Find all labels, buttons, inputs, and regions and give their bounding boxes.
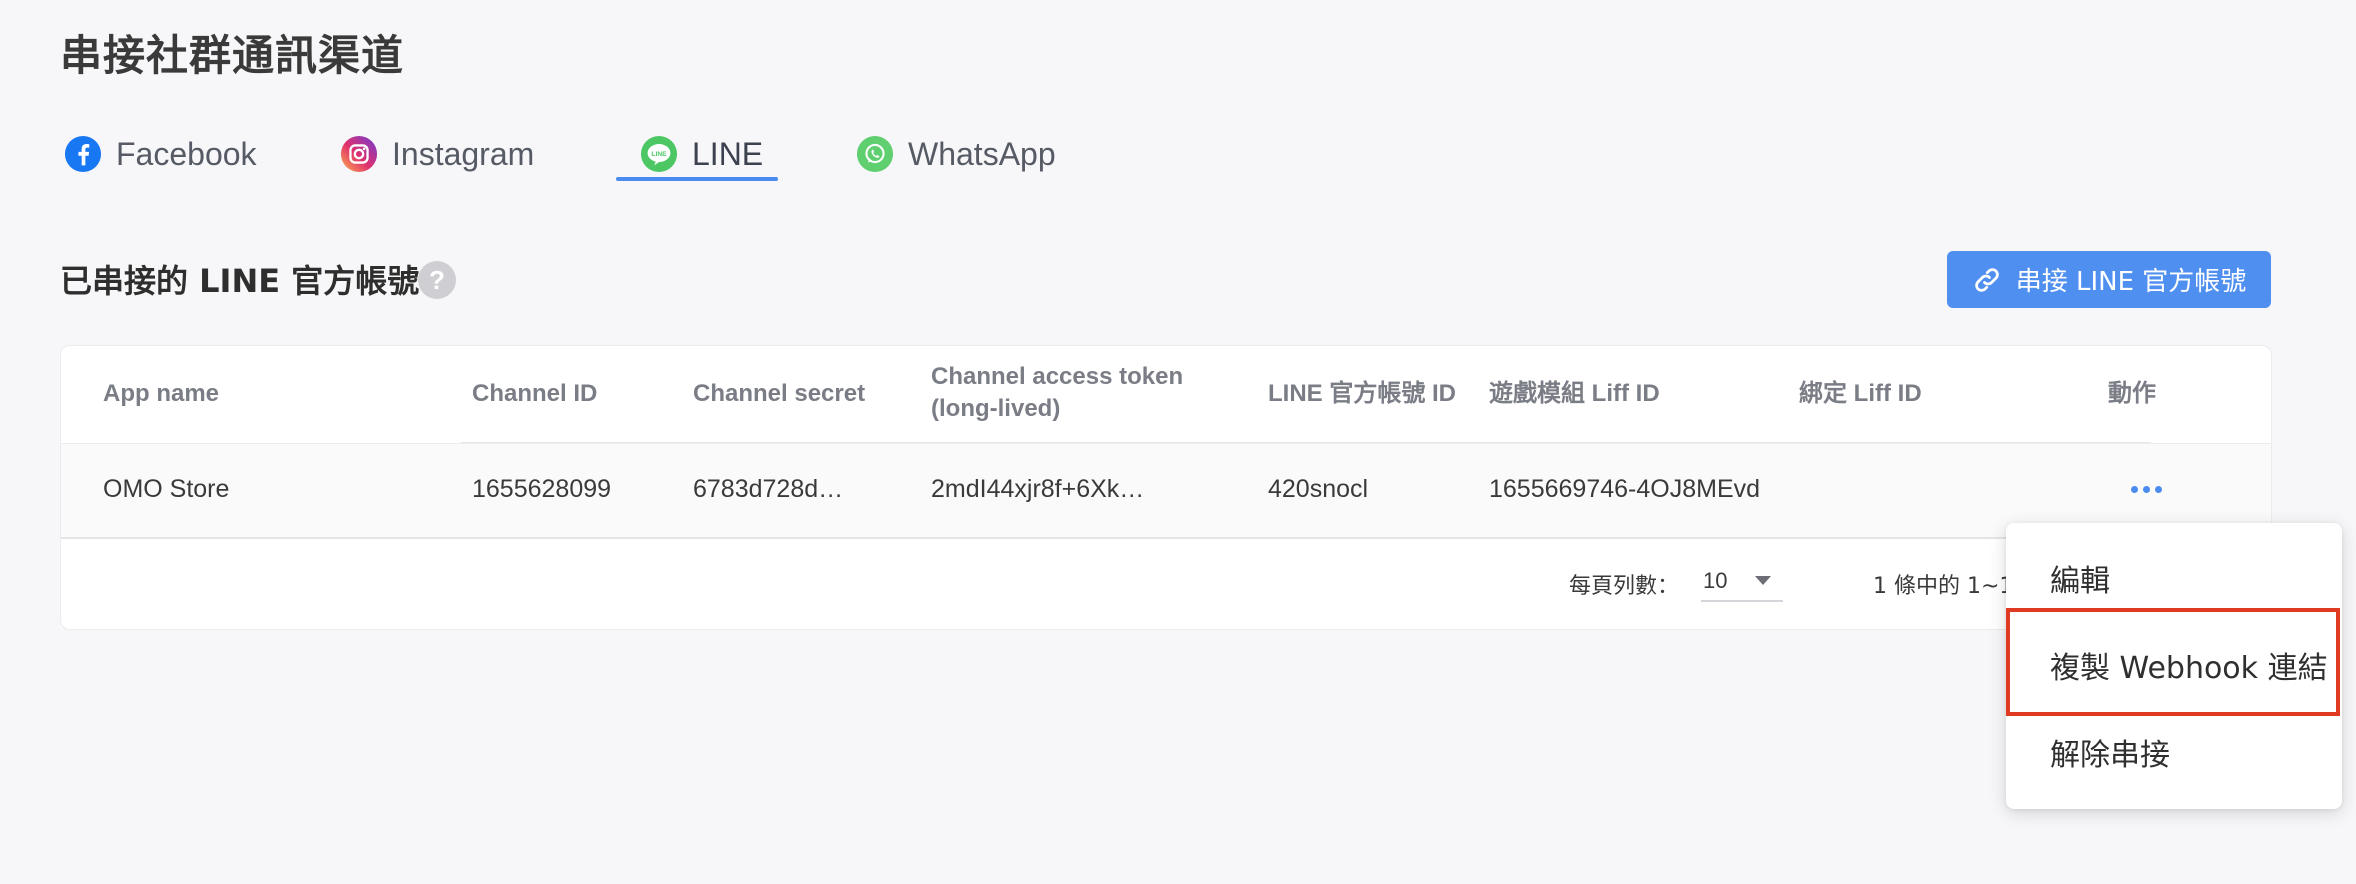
- more-actions-button[interactable]: [2121, 474, 2171, 504]
- cell-access-token: 2mdI44xjr8f+6Xk…: [931, 475, 1145, 503]
- connect-button-label: 串接 LINE 官方帳號: [2015, 267, 2247, 297]
- column-header-access-token-line1: Channel access token: [931, 363, 1184, 390]
- column-header-channel-id[interactable]: Channel ID: [472, 378, 597, 410]
- tab-label: Instagram: [392, 135, 535, 172]
- rows-per-page-value: 10: [1703, 568, 1728, 593]
- action-menu: 編輯 複製 Webhook 連結 解除串接: [2006, 523, 2342, 809]
- column-header-line-id[interactable]: LINE 官方帳號 ID: [1268, 378, 1456, 410]
- tab-label: LINE: [692, 135, 764, 172]
- connect-line-account-button[interactable]: 串接 LINE 官方帳號: [1947, 251, 2271, 308]
- cell-channel-secret: 6783d728d…: [693, 475, 844, 503]
- whatsapp-icon: [856, 135, 894, 173]
- tab-facebook[interactable]: Facebook: [64, 124, 257, 184]
- more-dot: [2130, 485, 2138, 493]
- pagination-range: 1 條中的 1~1: [1873, 574, 2014, 599]
- accounts-table: App name Channel ID Channel secret Chann…: [60, 345, 2272, 630]
- tab-label: Facebook: [116, 135, 257, 172]
- section-title: 已串接的 LINE 官方帳號: [60, 262, 420, 300]
- column-header-game-liff-id[interactable]: 遊戲模組 Liff ID: [1489, 378, 1660, 410]
- more-dot: [2142, 485, 2150, 493]
- cell-app-name: OMO Store: [103, 475, 230, 503]
- column-header-access-token-line2: (long-lived): [931, 395, 1061, 422]
- tab-instagram[interactable]: Instagram: [340, 124, 534, 184]
- rows-per-page-label: 每頁列數：: [1569, 574, 1680, 599]
- link-icon: [1974, 267, 1999, 292]
- menu-item-copy-webhook[interactable]: 複製 Webhook 連結: [2006, 622, 2342, 708]
- tab-line[interactable]: LINE LINE: [640, 124, 763, 184]
- caret-down-icon: [1755, 576, 1771, 585]
- column-header-channel-secret[interactable]: Channel secret: [693, 378, 865, 410]
- facebook-icon: [64, 135, 102, 173]
- tab-label: WhatsApp: [908, 135, 1056, 172]
- more-dot: [2154, 485, 2162, 493]
- cell-game-liff-id: 1655669746-4OJ8MEvd: [1489, 475, 1761, 503]
- menu-item-edit[interactable]: 編輯: [2006, 535, 2342, 621]
- rows-per-page-select[interactable]: 10: [1701, 560, 1783, 602]
- instagram-icon: [340, 135, 378, 173]
- column-header-actions: 動作: [2108, 380, 2156, 407]
- active-tab-indicator: [616, 177, 778, 181]
- column-header-bind-liff-id[interactable]: 綁定 Liff ID: [1799, 378, 1922, 410]
- tab-whatsapp[interactable]: WhatsApp: [856, 124, 1056, 184]
- page: 串接社群通訊渠道 Facebook Instagram LINE LINE Wh…: [0, 0, 2356, 884]
- line-icon: LINE: [640, 135, 678, 173]
- cell-channel-id: 1655628099: [472, 475, 612, 503]
- menu-item-disconnect[interactable]: 解除串接: [2006, 709, 2342, 795]
- page-title: 串接社群通訊渠道: [60, 31, 405, 80]
- cell-line-id: 420snocl: [1268, 475, 1369, 503]
- column-header-access-token[interactable]: Channel access token (long-lived): [931, 361, 1183, 425]
- column-header-app-name[interactable]: App name: [103, 378, 219, 410]
- svg-text:LINE: LINE: [651, 151, 667, 158]
- table-row[interactable]: [61, 443, 2271, 539]
- help-icon[interactable]: ?: [418, 261, 456, 299]
